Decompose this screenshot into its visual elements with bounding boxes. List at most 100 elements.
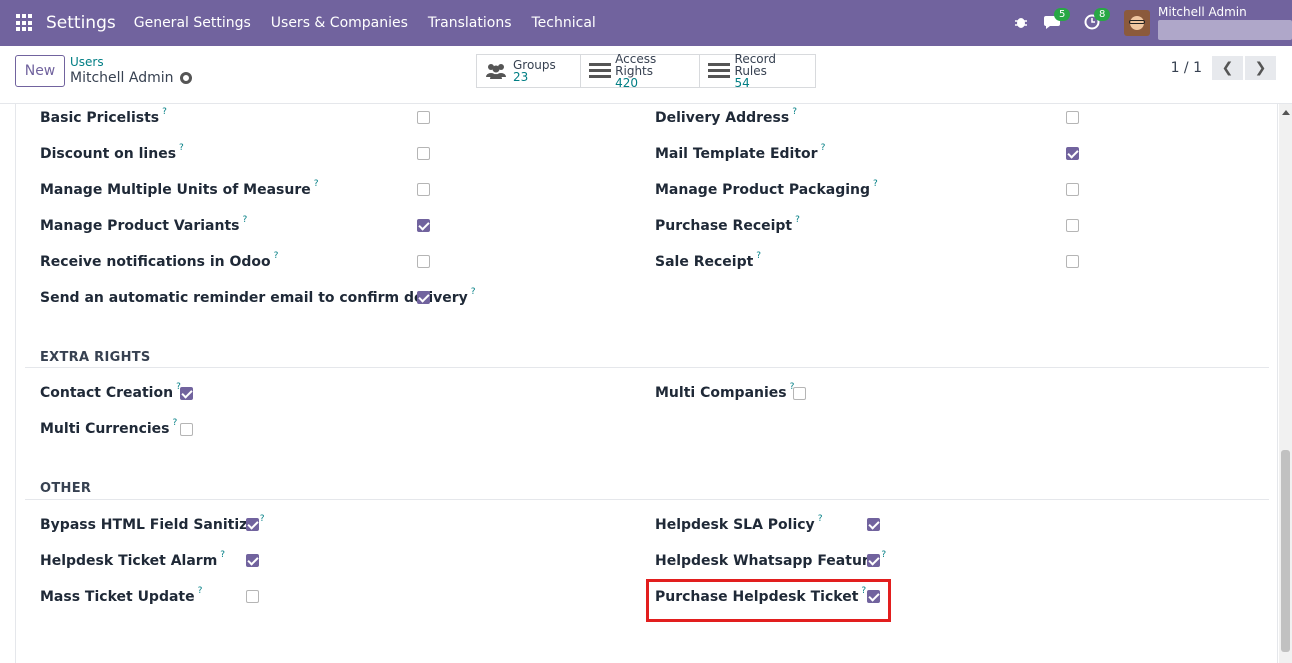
setting-row: Discount on lines?: [40, 143, 184, 165]
pager-previous-button[interactable]: ❮: [1212, 56, 1243, 80]
product-packaging-checkbox[interactable]: [1066, 183, 1079, 196]
scrollbar-thumb[interactable]: [1281, 450, 1290, 652]
record-name: Mitchell Admin: [70, 70, 174, 86]
helpdesk-sla-policy-checkbox[interactable]: [867, 518, 880, 531]
menu-technical[interactable]: Technical: [522, 15, 606, 31]
help-tooltip-icon[interactable]: ?: [179, 143, 184, 153]
product-variants-checkbox[interactable]: [417, 219, 430, 232]
setting-row: Sale Receipt?: [655, 251, 761, 273]
users-icon: [485, 62, 507, 80]
delivery-address-checkbox[interactable]: [1066, 111, 1079, 124]
menu-general-settings[interactable]: General Settings: [124, 15, 261, 31]
control-panel: New Users Mitchell Admin Groups 23 Acces…: [0, 46, 1292, 104]
user-avatar[interactable]: [1124, 10, 1150, 36]
debug-bug-icon[interactable]: [1014, 14, 1032, 32]
setting-row: Helpdesk Ticket Alarm?: [40, 550, 225, 572]
help-tooltip-icon[interactable]: ?: [274, 251, 279, 261]
gear-icon[interactable]: [179, 72, 192, 84]
breadcrumb-users-link[interactable]: Users: [70, 55, 192, 69]
setting-row: Receive notifications in Odoo?: [40, 251, 278, 273]
section-title-extra-rights: EXTRA RIGHTS: [40, 350, 151, 365]
setting-label: Mail Template Editor: [655, 146, 818, 162]
record-rules-smart-button[interactable]: Record Rules 54: [700, 52, 815, 89]
menu-translations[interactable]: Translations: [418, 15, 522, 31]
menu-users-companies[interactable]: Users & Companies: [261, 15, 418, 31]
help-tooltip-icon[interactable]: ?: [162, 107, 167, 117]
setting-label: Helpdesk Ticket Alarm: [40, 553, 218, 569]
setting-label: Basic Pricelists: [40, 110, 160, 126]
messages-count-badge: 5: [1054, 8, 1071, 21]
apps-menu-icon[interactable]: [16, 14, 34, 32]
multi-currencies-checkbox[interactable]: [180, 423, 193, 436]
help-tooltip-icon[interactable]: ?: [198, 586, 203, 596]
setting-label: Send an automatic reminder email to conf…: [40, 290, 468, 306]
help-tooltip-icon[interactable]: ?: [818, 514, 823, 524]
section-divider: [25, 499, 1269, 500]
groups-smart-button[interactable]: Groups 23: [477, 55, 581, 87]
groups-count: 23: [513, 70, 529, 84]
setting-label: Bypass HTML Field Sanitize: [40, 517, 257, 533]
basic-pricelists-checkbox[interactable]: [417, 111, 430, 124]
breadcrumb: Users Mitchell Admin: [70, 55, 192, 87]
setting-label: Discount on lines: [40, 146, 177, 162]
list-icon: [708, 62, 730, 80]
pager-value[interactable]: 1 / 1: [1171, 60, 1202, 76]
scroll-up-arrow-icon[interactable]: [1282, 110, 1290, 115]
highlight-box: [646, 579, 891, 622]
setting-label: Manage Product Packaging: [655, 182, 871, 198]
help-tooltip-icon[interactable]: ?: [471, 287, 476, 297]
help-tooltip-icon[interactable]: ?: [242, 215, 247, 225]
help-tooltip-icon[interactable]: ?: [792, 107, 797, 117]
setting-row: Multi Companies?: [655, 382, 794, 404]
vertical-scrollbar[interactable]: [1279, 104, 1292, 663]
setting-row: Helpdesk Whatsapp Feature?: [655, 550, 886, 572]
multiple-uom-checkbox[interactable]: [417, 183, 430, 196]
app-brand[interactable]: Settings: [46, 13, 116, 33]
section-divider: [25, 367, 1269, 368]
setting-label: Multi Companies: [655, 385, 787, 401]
odoo-notifications-checkbox[interactable]: [417, 255, 430, 268]
top-navbar: Settings General Settings Users & Compan…: [0, 0, 1292, 46]
help-tooltip-icon[interactable]: ?: [881, 550, 886, 560]
help-tooltip-icon[interactable]: ?: [260, 514, 265, 524]
help-tooltip-icon[interactable]: ?: [220, 550, 225, 560]
setting-label: Delivery Address: [655, 110, 790, 126]
messages-chat-icon[interactable]: 5: [1044, 8, 1071, 32]
setting-row: Send an automatic reminder email to conf…: [40, 287, 476, 309]
help-tooltip-icon[interactable]: ?: [795, 215, 800, 225]
setting-label: Manage Product Variants: [40, 218, 240, 234]
help-tooltip-icon[interactable]: ?: [173, 418, 178, 428]
setting-label: Receive notifications in Odoo: [40, 254, 271, 270]
helpdesk-ticket-alarm-checkbox[interactable]: [246, 554, 259, 567]
mass-ticket-update-checkbox[interactable]: [246, 590, 259, 603]
help-tooltip-icon[interactable]: ?: [314, 179, 319, 189]
record-rules-label: Record Rules: [734, 52, 776, 78]
new-button[interactable]: New: [15, 55, 65, 87]
main-menu: General Settings Users & Companies Trans…: [124, 15, 606, 31]
multi-companies-checkbox[interactable]: [793, 387, 806, 400]
help-tooltip-icon[interactable]: ?: [873, 179, 878, 189]
help-tooltip-icon[interactable]: ?: [756, 251, 761, 261]
access-rights-smart-button[interactable]: Access Rights 420: [581, 53, 700, 90]
pager: 1 / 1 ❮ ❯: [1171, 56, 1276, 80]
setting-label: Contact Creation: [40, 385, 174, 401]
user-menu[interactable]: Mitchell Admin: [1158, 6, 1292, 40]
breadcrumb-current: Mitchell Admin: [70, 69, 192, 87]
pager-next-button[interactable]: ❯: [1245, 56, 1276, 80]
discount-on-lines-checkbox[interactable]: [417, 147, 430, 160]
contact-creation-checkbox[interactable]: [180, 387, 193, 400]
setting-label: Manage Multiple Units of Measure: [40, 182, 311, 198]
setting-row: Manage Multiple Units of Measure?: [40, 179, 319, 201]
access-rights-count: 420: [615, 76, 639, 90]
activities-clock-icon[interactable]: 8: [1084, 8, 1111, 32]
database-name-blurred: [1158, 20, 1292, 40]
setting-row: Purchase Receipt?: [655, 215, 800, 237]
delivery-reminder-checkbox[interactable]: [417, 291, 430, 304]
bypass-html-sanitize-checkbox[interactable]: [246, 518, 259, 531]
help-tooltip-icon[interactable]: ?: [821, 143, 826, 153]
setting-row: Bypass HTML Field Sanitize?: [40, 514, 265, 536]
mail-template-editor-checkbox[interactable]: [1066, 147, 1079, 160]
sale-receipt-checkbox[interactable]: [1066, 255, 1079, 268]
purchase-receipt-checkbox[interactable]: [1066, 219, 1079, 232]
helpdesk-whatsapp-checkbox[interactable]: [867, 554, 880, 567]
